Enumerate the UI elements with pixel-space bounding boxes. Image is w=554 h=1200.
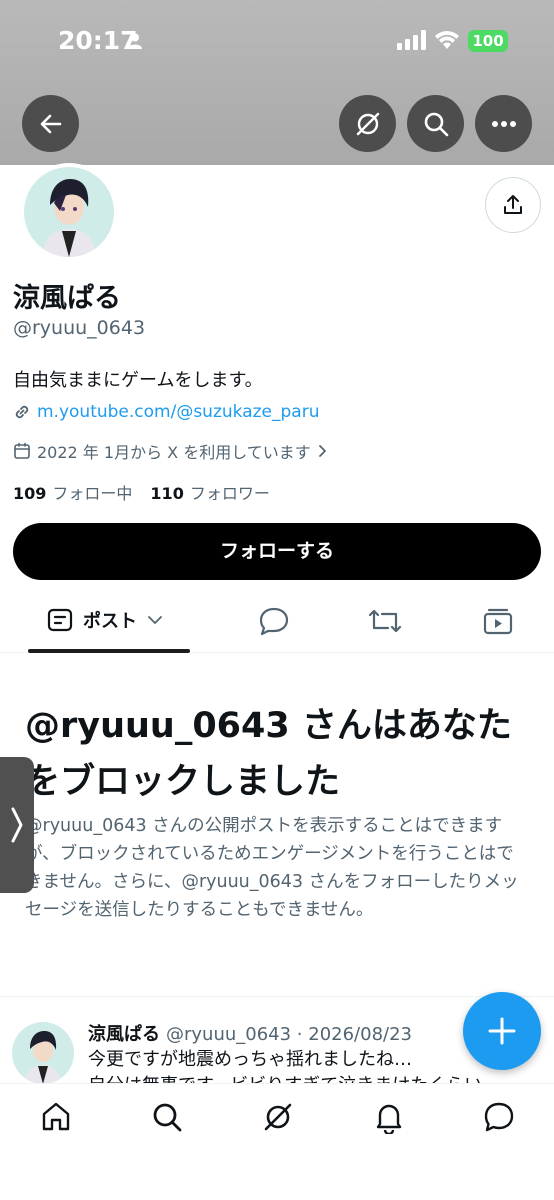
share-icon (504, 195, 522, 214)
battery-indicator: 100 (468, 30, 508, 52)
divider (0, 996, 554, 997)
tweet-header: 涼風ぱる @ryuuu_0643 · 2026/08/23 (88, 1020, 412, 1046)
home-icon[interactable] (39, 1100, 73, 1134)
tweet-avatar[interactable] (12, 1022, 74, 1084)
follow-stats: 109 フォロー中 110 フォロワー (13, 480, 270, 504)
tab-posts-label: ポスト (83, 611, 137, 632)
signal-icon (397, 30, 426, 50)
notifications-icon[interactable] (372, 1100, 406, 1134)
search-icon (424, 112, 448, 136)
chevron-down-icon (148, 616, 162, 624)
profile-bio: 自由気ままにゲームをします。 (13, 370, 263, 391)
calendar-icon (14, 442, 30, 459)
side-panel-handle[interactable] (0, 757, 34, 893)
chevron-right-icon (318, 445, 326, 457)
tab-replies-icon[interactable] (258, 606, 290, 636)
following-count: 109 (13, 484, 47, 503)
messages-icon[interactable] (482, 1100, 516, 1134)
followers-label: フォロワー (189, 484, 270, 503)
profile-avatar[interactable] (20, 163, 118, 261)
tweet-author-name: 涼風ぱる (88, 1024, 160, 1045)
following-stat[interactable]: 109 フォロー中 (13, 480, 132, 504)
status-time: 20:17 (58, 26, 138, 55)
active-tab-indicator (28, 649, 190, 653)
following-label: フォロー中 (52, 484, 133, 503)
tab-media-icon[interactable] (482, 606, 514, 636)
chevron-right-icon (11, 807, 23, 843)
follow-button[interactable]: フォローする (13, 523, 541, 580)
person-icon (128, 33, 142, 49)
compose-button[interactable] (463, 992, 541, 1070)
profile-banner: 20:17 100 (0, 0, 554, 165)
post-icon (47, 608, 73, 632)
back-button[interactable] (22, 95, 79, 152)
followers-stat[interactable]: 110 フォロワー (150, 480, 269, 504)
blocked-title: @ryuuu_0643 さんはあなたをブロックしました (25, 706, 512, 802)
grok-icon (356, 112, 379, 135)
link-text[interactable]: m.youtube.com/@suzukaze_paru (37, 402, 319, 422)
share-button[interactable] (485, 177, 541, 233)
plus-icon (488, 1017, 516, 1045)
back-icon (40, 114, 61, 133)
tab-posts[interactable]: ポスト (47, 607, 163, 633)
wifi-icon (435, 31, 459, 49)
search-button[interactable] (407, 95, 464, 152)
more-button[interactable] (475, 95, 532, 152)
blocked-description: @ryuuu_0643 さんの公開ポストを表示することはできますが、ブロックされ… (25, 816, 519, 920)
display-name: 涼風ぱる (13, 283, 121, 314)
followers-count: 110 (150, 484, 184, 503)
more-icon (491, 120, 516, 127)
search-icon[interactable] (150, 1100, 184, 1134)
link-icon (15, 405, 29, 419)
profile-link[interactable]: m.youtube.com/@suzukaze_paru (13, 402, 319, 422)
tweet-text: 今更ですが地震めっちゃ揺れましたね… (88, 1049, 412, 1070)
join-date-row[interactable]: 2022 年 1月から X を利用しています (13, 439, 329, 463)
status-bar: 20:17 100 (0, 0, 554, 80)
tweet-text-continued: 自分は無事です。ビビりすぎて泣きまけたくらい (88, 1073, 528, 1083)
avatar-image (24, 167, 114, 257)
tab-reposts-icon[interactable] (368, 606, 402, 636)
grok-icon[interactable] (261, 1100, 295, 1134)
user-handle: @ryuuu_0643 (13, 317, 146, 339)
grok-button[interactable] (339, 95, 396, 152)
bottom-navigation (0, 1083, 554, 1200)
profile-tabs: ポスト (0, 595, 554, 653)
join-date-text: 2022 年 1月から X を利用しています (37, 443, 311, 462)
tweet-handle-date: @ryuuu_0643 · 2026/08/23 (166, 1024, 412, 1045)
